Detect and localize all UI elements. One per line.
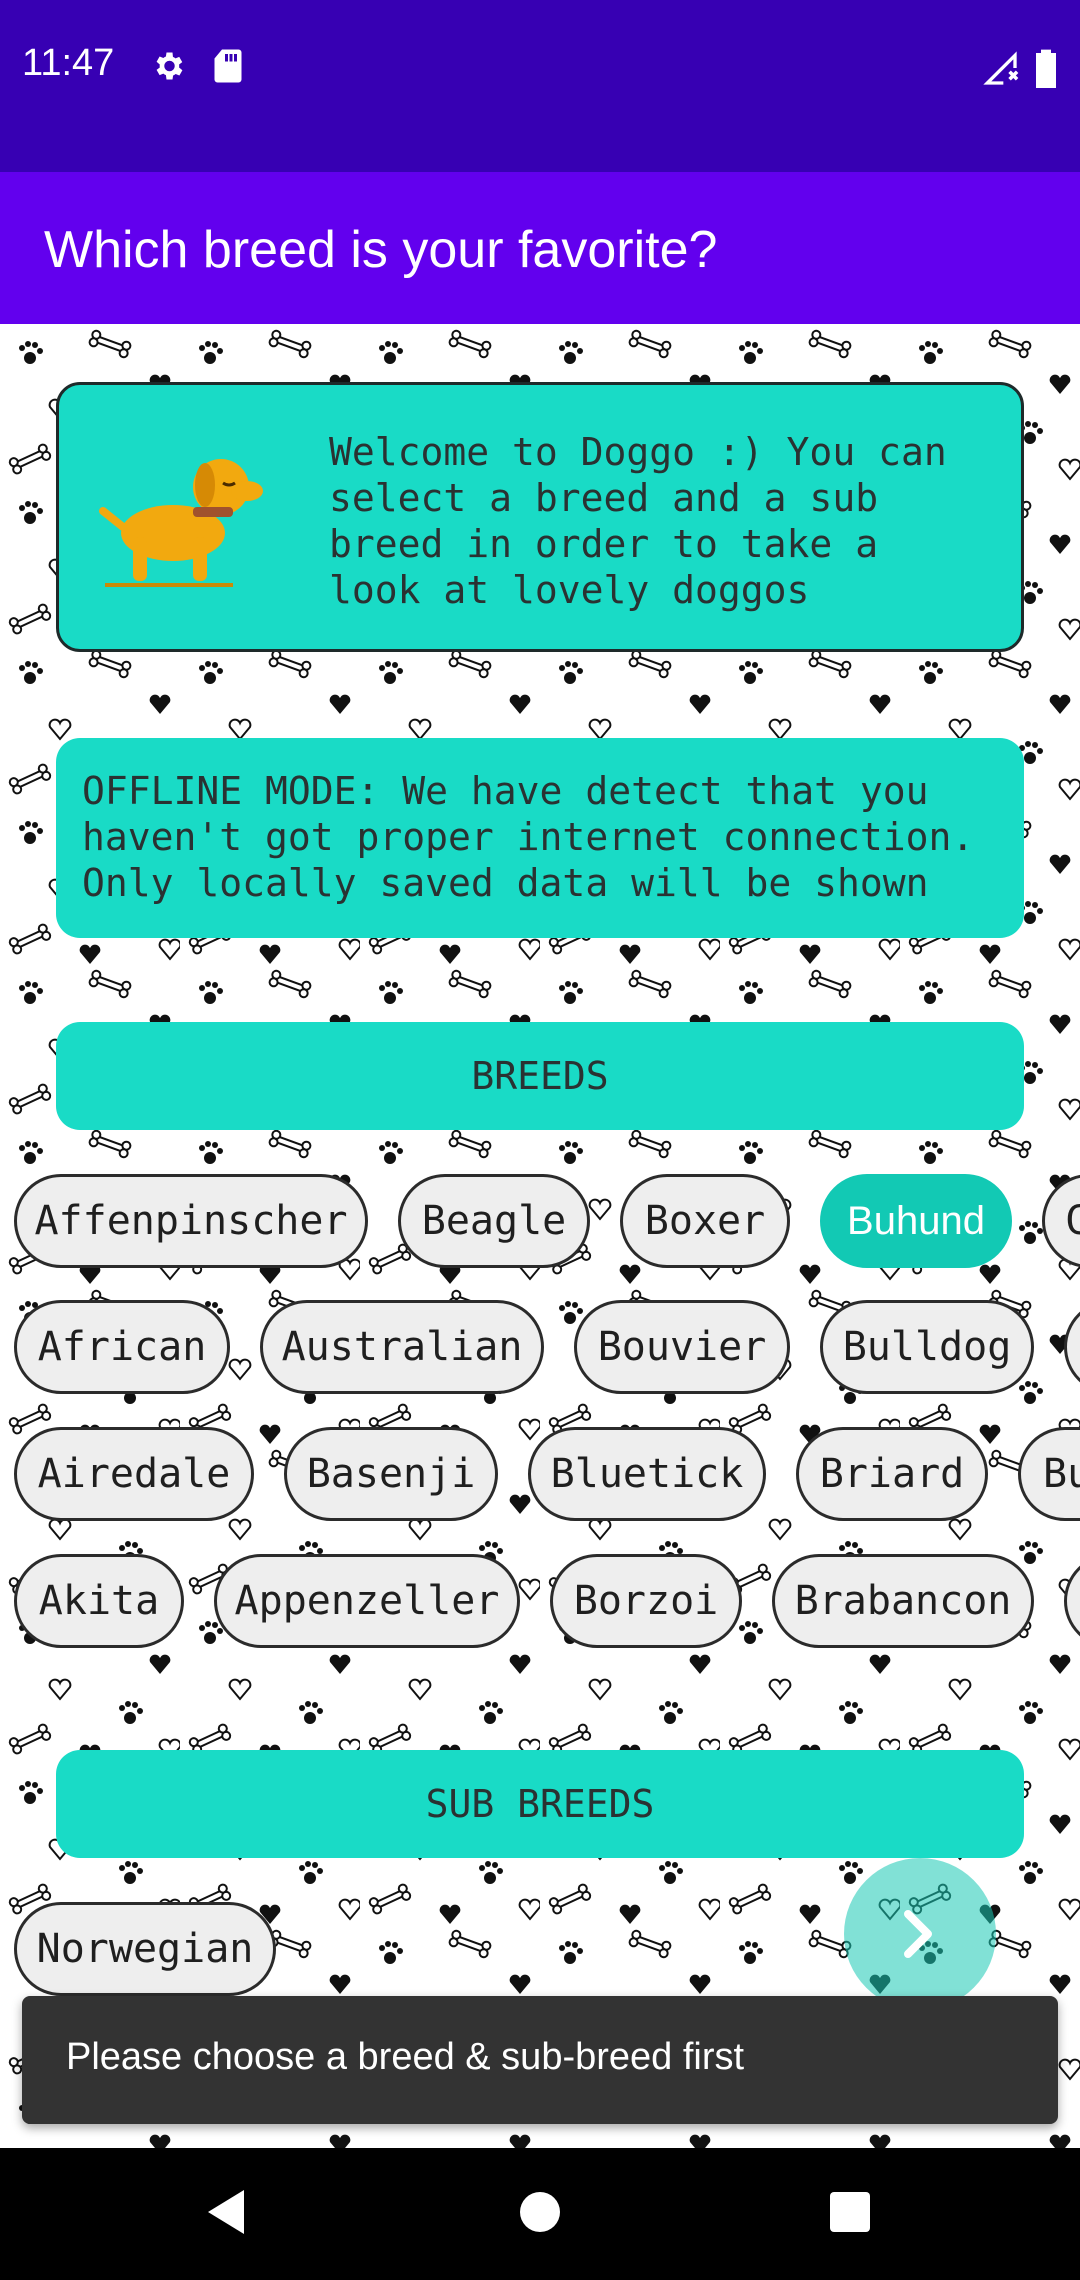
breed-chip[interactable]: Airedale	[14, 1427, 254, 1521]
breed-chip[interactable]: Borzoi	[550, 1554, 742, 1648]
status-bar: 11:47	[0, 0, 1080, 172]
breed-chip[interactable]: Boxer	[620, 1174, 790, 1268]
sd-card-icon	[212, 48, 244, 88]
system-nav-bar	[0, 2148, 1080, 2280]
offline-mode-card: OFFLINE MODE: We have detect that you ha…	[56, 738, 1024, 938]
home-icon[interactable]	[518, 2186, 562, 2242]
page-title: Which breed is your favorite?	[44, 221, 718, 279]
no-signal-icon	[980, 48, 1020, 92]
breed-chip[interactable]: Briard	[796, 1427, 988, 1521]
breeds-header: BREEDS	[56, 1022, 1024, 1130]
breed-chip[interactable]: Bouvier	[574, 1300, 790, 1394]
app-bar: Which breed is your favorite?	[0, 172, 1080, 324]
battery-icon	[1034, 48, 1058, 92]
breed-chip[interactable]: Appenzeller	[214, 1554, 520, 1648]
status-time: 11:47	[22, 42, 115, 84]
offline-message: OFFLINE MODE: We have detect that you ha…	[82, 769, 975, 905]
breed-chip[interactable]: Basenji	[284, 1427, 498, 1521]
snackbar: Please choose a breed & sub-breed first	[22, 1996, 1058, 2124]
breed-chip[interactable]: Affenpinscher	[14, 1174, 368, 1268]
back-icon[interactable]	[204, 2186, 250, 2242]
welcome-message: Welcome to Doggo :) You can select a bre…	[329, 430, 947, 612]
breed-chip[interactable]: Bulldog	[820, 1300, 1034, 1394]
welcome-card: Welcome to Doggo :) You can select a bre…	[56, 382, 1024, 652]
sub-breed-chip[interactable]: Norwegian	[14, 1902, 276, 1996]
recents-icon[interactable]	[828, 2186, 872, 2242]
breed-chip[interactable]: Brabancon	[772, 1554, 1034, 1648]
main-content[interactable]: Welcome to Doggo :) You can select a bre…	[0, 324, 1080, 2148]
next-fab-button[interactable]	[844, 1858, 996, 2010]
breed-chip-selected[interactable]: Buhund	[820, 1174, 1012, 1268]
breed-chip[interactable]: African	[14, 1300, 230, 1394]
breed-chip[interactable]: Bluetick	[528, 1427, 766, 1521]
breed-chip[interactable]: Beagle	[398, 1174, 590, 1268]
dog-icon	[99, 459, 263, 587]
settings-gear-icon	[150, 48, 186, 88]
chevron-right-icon	[904, 1910, 932, 1958]
breed-chip[interactable]: Australian	[260, 1300, 544, 1394]
sub-breeds-header: SUB BREEDS	[56, 1750, 1024, 1858]
breed-chip[interactable]: Akita	[14, 1554, 184, 1648]
snackbar-message: Please choose a breed & sub-breed first	[66, 2036, 745, 2078]
